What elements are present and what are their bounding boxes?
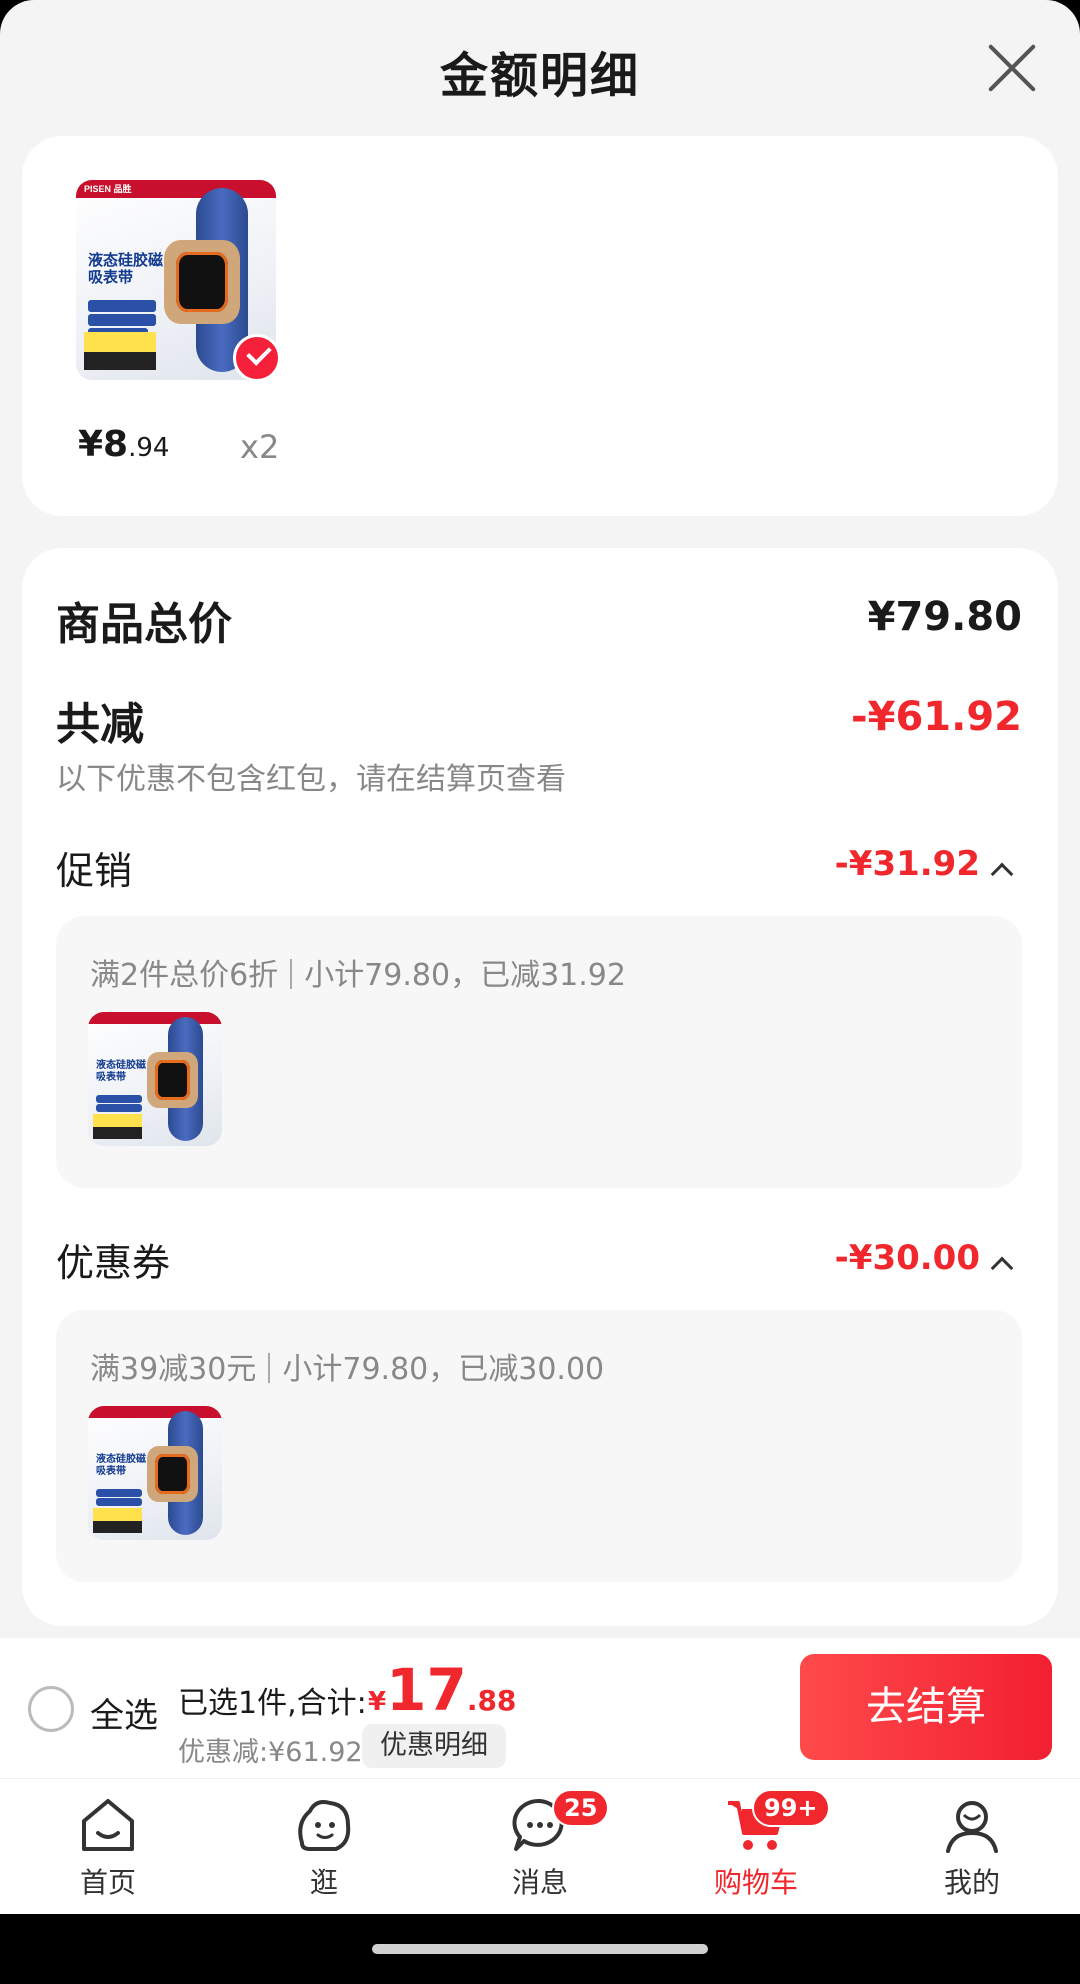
- user-icon: [946, 1801, 998, 1853]
- unit-price: ¥8.94: [78, 424, 170, 465]
- total-label: 商品总价: [56, 599, 232, 650]
- checkout-button[interactable]: 去结算: [800, 1654, 1052, 1760]
- tab-mine-label: 我的: [943, 1866, 1000, 1899]
- selected-info: 已选1件,合计:: [178, 1686, 367, 1721]
- coupon-label: 优惠券: [56, 1241, 171, 1285]
- tab-home-label: 首页: [79, 1866, 136, 1899]
- coupon-image-tagline: 液态硅胶磁吸表带: [96, 1454, 147, 1477]
- page-title: 金额明细: [439, 48, 640, 104]
- promo-detail-text: 满2件总价6折 小计79.80，已减31.92: [90, 958, 626, 993]
- promo-label: 促销: [56, 849, 133, 893]
- total-value: ¥79.80: [867, 594, 1022, 640]
- select-all-radio[interactable]: [28, 1686, 74, 1732]
- coupon-detail-text: 满39减30元 小计79.80，已减30.00: [90, 1352, 605, 1387]
- coupon-value: -¥30.00: [834, 1238, 980, 1278]
- tab-messages-label: 消息: [511, 1866, 568, 1899]
- home-icon: [82, 1799, 134, 1851]
- product-image-tagline: 液态硅胶磁吸表带: [88, 251, 164, 287]
- discount-info: 优惠减:¥61.92: [178, 1737, 363, 1768]
- messages-badge: 25: [552, 1789, 610, 1827]
- reduce-value: -¥61.92: [851, 694, 1022, 740]
- checkout-bar: 全选 已选1件,合计: ¥17.88 优惠减:¥61.92 优惠明细 去结算: [0, 1638, 1080, 1778]
- promo-image-tagline: 液态硅胶磁吸表带: [96, 1060, 147, 1083]
- tab-mine[interactable]: 我的: [902, 1793, 1042, 1913]
- home-indicator[interactable]: [372, 1944, 708, 1954]
- discount-detail-button[interactable]: 优惠明细: [362, 1724, 506, 1768]
- promo-value: -¥31.92: [834, 844, 980, 884]
- close-icon[interactable]: [984, 40, 1040, 96]
- tab-browse-label: 逛: [309, 1866, 338, 1899]
- tab-cart-label: 购物车: [713, 1866, 798, 1899]
- reduce-label: 共减: [56, 699, 144, 750]
- system-home-bar: [0, 1914, 1080, 1984]
- cart-badge: 99+: [752, 1789, 830, 1827]
- total-amount: ¥17.88: [368, 1656, 517, 1724]
- coupon-detail-box: 满39减30元 小计79.80，已减30.00 液态硅胶磁吸表带: [56, 1310, 1022, 1582]
- discount-note: 以下优惠不包含红包，请在结算页查看: [56, 762, 566, 797]
- product-image-brand: PISEN 品胜: [84, 184, 132, 194]
- sheet-header: 金额明细: [0, 0, 1080, 135]
- checked-icon[interactable]: [233, 334, 281, 382]
- browse-icon: [298, 1800, 351, 1851]
- tab-home[interactable]: 首页: [38, 1793, 178, 1913]
- promo-product-image[interactable]: 液态硅胶磁吸表带: [88, 1012, 222, 1146]
- bottom-tab-bar: 首页 逛 消息 25 购物车 99+ 我的: [0, 1778, 1080, 1914]
- coupon-product-image[interactable]: 液态硅胶磁吸表带: [88, 1406, 222, 1540]
- promo-detail-box: 满2件总价6折 小计79.80，已减31.92 液态硅胶磁吸表带: [56, 916, 1022, 1188]
- select-all-label[interactable]: 全选: [90, 1688, 158, 1737]
- tab-messages[interactable]: 消息 25: [470, 1789, 610, 1913]
- tab-browse[interactable]: 逛: [254, 1793, 394, 1913]
- tab-cart[interactable]: 购物车 99+: [686, 1789, 830, 1913]
- amount-detail-sheet: 金额明细 PISEN 品胜 液态硅胶磁吸表带 ¥8.94 x2 商品总价 ¥79…: [0, 0, 1080, 1984]
- quantity: x2: [240, 428, 280, 466]
- product-card: PISEN 品胜 液态硅胶磁吸表带: [22, 136, 1058, 516]
